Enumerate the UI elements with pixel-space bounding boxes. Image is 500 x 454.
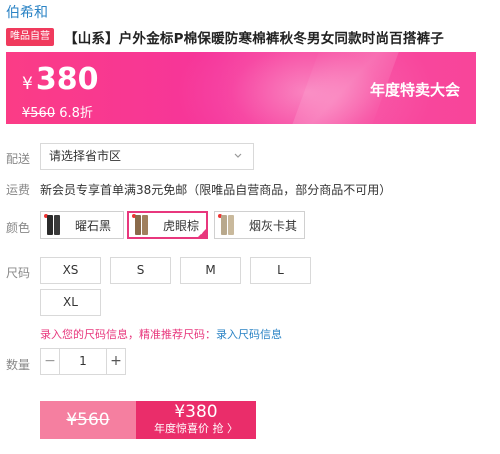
- quantity-value[interactable]: 1: [59, 349, 107, 374]
- region-select[interactable]: 请选择省市区: [40, 143, 254, 170]
- size-option-l[interactable]: L: [250, 257, 311, 284]
- size-label: 尺码: [6, 266, 31, 280]
- color-option-obsidian-black[interactable]: 曜石黑: [40, 211, 124, 239]
- color-option-label: 曜石黑: [75, 218, 112, 233]
- color-option-label: 虎眼棕: [163, 218, 200, 233]
- price-banner: ¥ 380 ¥560 6.8折 年度特卖大会: [6, 52, 476, 124]
- color-label: 颜色: [6, 221, 31, 235]
- size-recommendation-tip: 录入您的尺码信息，精准推荐尺码：录入尺码信息: [40, 326, 282, 342]
- delivery-label: 配送: [6, 152, 31, 166]
- color-option-label: 烟灰卡其: [249, 218, 298, 233]
- size-option-xl[interactable]: XL: [40, 289, 101, 316]
- product-title-row: 唯品自营 【山系】户外金标P棉保暖防寒棉裤秋冬男女同款时尚百搭裤子: [6, 27, 444, 47]
- quantity-label: 数量: [6, 358, 31, 372]
- self-operated-badge: 唯品自营: [6, 28, 54, 46]
- original-price-button[interactable]: ¥560: [40, 401, 136, 439]
- current-price: ¥ 380: [22, 62, 98, 97]
- color-option-smoke-khaki[interactable]: 烟灰卡其: [214, 211, 305, 239]
- buy-now-button[interactable]: ¥380 年度惊喜价 抢 〉: [136, 401, 256, 439]
- enter-size-link[interactable]: 录入尺码信息: [216, 328, 282, 341]
- color-thumbnail: [131, 213, 153, 237]
- size-tip-text: 录入您的尺码信息，精准推荐尺码：: [40, 328, 216, 341]
- shipping-label: 运费: [6, 183, 31, 197]
- buy-sale-text: 年度惊喜价 抢 〉: [154, 422, 238, 435]
- current-price-value: 380: [35, 62, 99, 97]
- brand-name[interactable]: 伯希和: [6, 2, 48, 22]
- currency-symbol: ¥: [22, 74, 33, 94]
- original-price: ¥560: [22, 106, 56, 121]
- size-option-xs[interactable]: XS: [40, 257, 101, 284]
- discount-label: 6.8折: [59, 106, 93, 121]
- product-title: 【山系】户外金标P棉保暖防寒棉裤秋冬男女同款时尚百搭裤子: [64, 31, 444, 47]
- region-select-value: 请选择省市区: [49, 149, 122, 163]
- shipping-info: 新会员专享首单满38元免邮（限唯品自营商品，部分商品不可用）: [40, 183, 392, 197]
- color-thumbnail: [217, 213, 239, 237]
- original-price-row: ¥560 6.8折: [22, 102, 93, 121]
- buy-sale-price: ¥380: [174, 402, 218, 422]
- check-icon: ✓: [199, 228, 206, 237]
- color-option-tigers-eye-brown[interactable]: 虎眼棕 ✓: [127, 211, 208, 239]
- quantity-increase-button[interactable]: +: [107, 349, 125, 374]
- buy-original-price: ¥560: [66, 410, 110, 430]
- color-thumbnail: [43, 213, 65, 237]
- quantity-stepper: − 1 +: [40, 348, 126, 375]
- quantity-decrease-button[interactable]: −: [41, 349, 59, 374]
- size-option-m[interactable]: M: [180, 257, 241, 284]
- chevron-down-icon: [233, 144, 243, 179]
- size-option-s[interactable]: S: [110, 257, 171, 284]
- event-title: 年度特卖大会: [369, 81, 460, 99]
